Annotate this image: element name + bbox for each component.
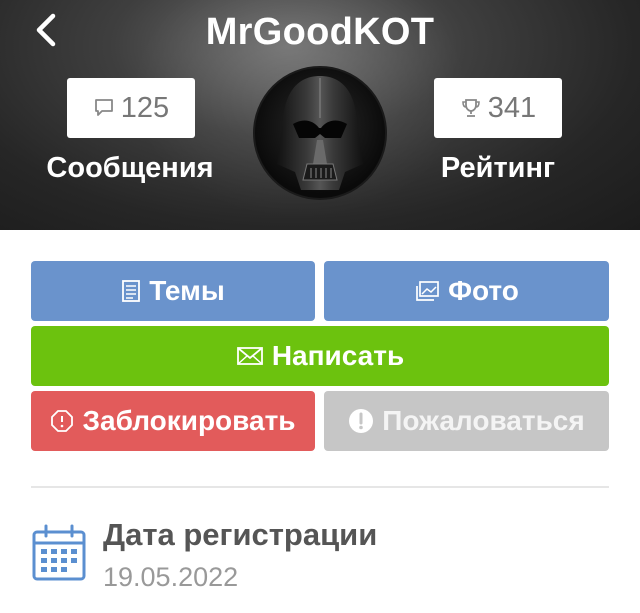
write-label: Написать xyxy=(271,340,405,371)
octagon-warning-icon xyxy=(50,409,74,433)
darth-vader-helmet-icon xyxy=(277,76,363,190)
document-icon xyxy=(121,279,141,303)
trophy-icon xyxy=(460,97,482,119)
report-label: Пожаловаться xyxy=(382,405,585,436)
divider xyxy=(31,486,609,488)
topics-label: Темы xyxy=(149,275,225,306)
messages-label: Сообщения xyxy=(46,152,214,184)
block-user-button[interactable]: Заблокировать xyxy=(31,391,315,451)
exclamation-circle-icon xyxy=(348,408,374,434)
envelope-icon xyxy=(236,345,264,367)
topics-button[interactable]: Темы xyxy=(31,261,315,321)
comment-icon xyxy=(93,97,115,119)
messages-count-box[interactable]: 125 xyxy=(67,78,195,138)
photos-icon xyxy=(414,280,440,302)
block-label: Заблокировать xyxy=(82,405,296,436)
report-user-button[interactable]: Пожаловаться xyxy=(324,391,609,451)
photo-label: Фото xyxy=(448,275,519,306)
avatar[interactable] xyxy=(253,66,387,200)
photo-button[interactable]: Фото xyxy=(324,261,609,321)
rating-count-box[interactable]: 341 xyxy=(434,78,562,138)
registration-date: 19.05.2022 xyxy=(103,562,239,592)
profile-title: MrGoodKOT xyxy=(205,11,435,53)
write-message-button[interactable]: Написать xyxy=(31,326,609,386)
profile-header: MrGoodKOT 125 Сообщения 341 Рейтинг xyxy=(0,0,640,230)
rating-label: Рейтинг xyxy=(440,152,556,184)
calendar-icon xyxy=(31,524,87,582)
registration-date-row: Дата регистрации 19.05.2022 xyxy=(31,510,609,600)
registration-title: Дата регистрации xyxy=(103,517,378,552)
rating-count: 341 xyxy=(487,91,537,124)
messages-count: 125 xyxy=(120,91,170,124)
